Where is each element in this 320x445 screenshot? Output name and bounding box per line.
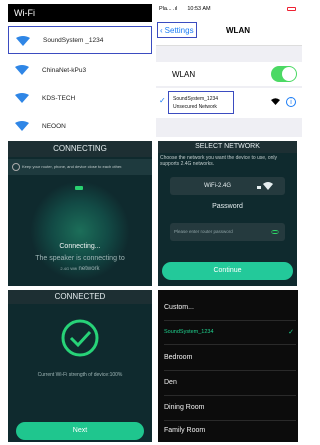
network-name: SoundSystem_1234	[173, 96, 219, 102]
network-label-box: SoundSystem_1234 Unsecured Network	[168, 91, 234, 114]
status-bar: Pla... .ıl 10:53 AM	[156, 4, 302, 14]
divider	[164, 344, 296, 345]
wifi-icon	[15, 121, 29, 131]
network-suffix: network	[78, 266, 100, 272]
progress-dot	[75, 186, 83, 190]
wifi-network-row[interactable]: SoundSystem _1234	[8, 26, 152, 54]
connected-network-row[interactable]: ✓ SoundSystem_1234 Unsecured Network i	[156, 88, 302, 118]
wifi-network-row[interactable]: KDS-TECH	[8, 84, 152, 112]
password-placeholder: Please enter router password	[174, 229, 233, 234]
eye-icon[interactable]	[271, 230, 279, 234]
tip-text: Keep your router, phone, and device clos…	[22, 164, 123, 169]
page-title: WLAN	[226, 26, 250, 35]
ios-wlan-panel: Pla... .ıl 10:53 AM ‹ Settings WLAN WLAN…	[156, 4, 302, 137]
wlan-toggle[interactable]	[271, 66, 297, 82]
connecting-subtext: The speaker is connecting to	[35, 255, 125, 262]
carrier-text: Pla... .ıl	[159, 6, 178, 12]
divider	[164, 320, 296, 321]
select-network-panel: SELECT NETWORK Choose the network you wa…	[158, 141, 297, 286]
select-network-description: Choose the network you want the device t…	[160, 155, 278, 167]
info-button[interactable]: i	[286, 97, 296, 107]
room-item-custom[interactable]: Custom...	[164, 304, 194, 311]
checkmark-icon: ✓	[159, 96, 166, 105]
connected-header: CONNECTED	[8, 290, 152, 304]
nav-bar: ‹ Settings WLAN	[156, 14, 302, 46]
selected-network: WiFi-2.4G	[204, 183, 231, 189]
info-icon: i	[290, 99, 292, 106]
wifi-network-row[interactable]: ChinaNet-kPu3	[8, 56, 152, 84]
select-network-header: SELECT NETWORK	[158, 141, 297, 153]
connecting-text: Connecting...	[59, 243, 101, 250]
status-time: 10:53 AM	[187, 6, 211, 12]
password-input[interactable]: Please enter router password	[170, 223, 285, 241]
tip-banner: Keep your router, phone, and device clos…	[8, 159, 152, 175]
room-item-bedroom[interactable]: Bedroom	[164, 354, 192, 361]
divider	[164, 395, 296, 396]
wifi-network-name: NEOON	[42, 122, 66, 130]
chevron-left-icon: ‹	[160, 25, 163, 35]
wifi-network-name: SoundSystem _1234	[43, 36, 104, 44]
divider	[164, 420, 296, 421]
android-wifi-panel: Wi-Fi SoundSystem _1234 ChinaNet-kPu3 KD…	[8, 4, 152, 137]
wifi-network-row[interactable]: NEOON	[8, 112, 152, 137]
continue-button[interactable]: Continue	[162, 262, 293, 280]
battery-icon	[287, 7, 296, 11]
room-list-panel: Custom... SoundSystem_1234 ✓ Bedroom Den…	[158, 290, 298, 442]
back-button[interactable]: ‹ Settings	[157, 22, 197, 38]
password-label: Password	[212, 203, 243, 210]
wifi-network-name: KDS-TECH	[42, 94, 76, 102]
wifi-strength-text: Current Wi-Fi strength of device:100%	[37, 372, 123, 378]
divider	[164, 370, 296, 371]
room-item-soundsystem[interactable]: SoundSystem_1234	[164, 329, 214, 335]
success-check-icon	[61, 319, 99, 357]
network-selector[interactable]: WiFi-2.4G	[170, 177, 285, 195]
wifi-icon	[16, 36, 30, 46]
checkmark-icon: ✓	[288, 329, 294, 336]
wifi-network-name: ChinaNet-kPu3	[42, 66, 87, 74]
wlan-toggle-row: WLAN	[156, 62, 302, 86]
wifi-signal-icon	[271, 98, 280, 105]
network-band: 2.4G Wifi	[60, 266, 77, 271]
room-item-den[interactable]: Den	[164, 379, 177, 386]
tip-icon	[12, 163, 20, 171]
network-subtitle: Unsecured Network	[173, 104, 217, 110]
wifi-title: Wi-Fi	[8, 4, 152, 22]
room-item-family-room[interactable]: Family Room	[164, 427, 205, 434]
next-button[interactable]: Next	[16, 422, 144, 440]
lock-wifi-icon	[257, 178, 273, 194]
connecting-panel: CONNECTING Keep your router, phone, and …	[8, 141, 152, 286]
connecting-header: CONNECTING	[8, 141, 152, 157]
back-label: Settings	[164, 25, 194, 35]
connected-panel: CONNECTED Current Wi-Fi strength of devi…	[8, 290, 152, 442]
wifi-icon	[15, 65, 29, 75]
wifi-icon	[15, 93, 29, 103]
wlan-label: WLAN	[172, 69, 196, 79]
room-item-dining-room[interactable]: Dining Room	[164, 404, 204, 411]
connecting-network: 2.4G Wifi network	[8, 266, 152, 272]
